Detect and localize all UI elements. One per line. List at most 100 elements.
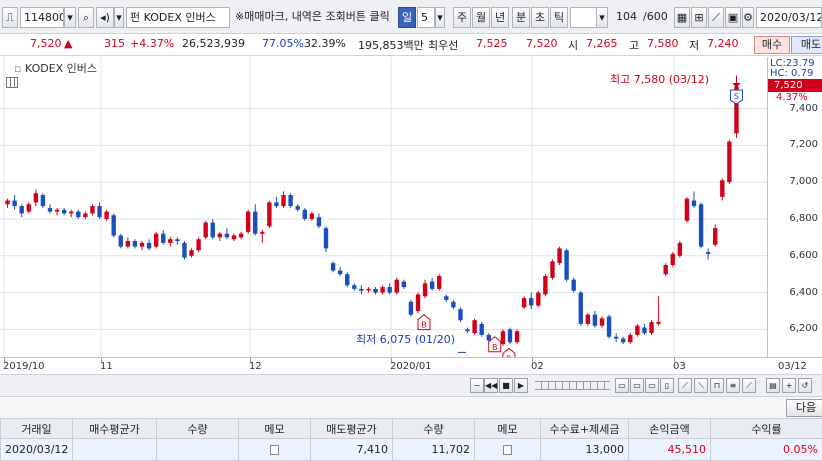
candle-body (125, 241, 131, 247)
settings-icon[interactable]: ⚙ (742, 7, 754, 28)
line-tool-icon[interactable]: ⟍ (694, 378, 708, 393)
candle-body (316, 217, 322, 227)
candle-body (111, 215, 116, 236)
candlestick-chart[interactable]: SBBB ▫ KODEX 인버스 최고 7,580 (03/12) 최저 6,0… (0, 57, 822, 357)
col-buy-memo[interactable]: 메모 (238, 418, 311, 439)
compare-icon[interactable]: ⊞ (691, 7, 707, 28)
next-icon[interactable]: ▶ (514, 378, 528, 393)
table-row[interactable]: 2020/03/12 7,410 11,702 13,000 45,510 0.… (0, 438, 822, 461)
col-buy-qty[interactable]: 수량 (156, 418, 239, 439)
chart-setting-icon[interactable]: ▭ (615, 378, 629, 393)
crosshair-icon[interactable]: + (782, 378, 796, 393)
prev-icon[interactable]: ◀◀ (484, 378, 498, 393)
candle-body (182, 242, 187, 258)
speaker-dropdown-icon[interactable]: ▾ (114, 7, 124, 28)
buy-button[interactable]: 매수 (754, 36, 790, 54)
period-tick-tab[interactable]: 틱 (550, 7, 568, 28)
col-trade-date[interactable]: 거래일 (0, 418, 73, 439)
x-tick-label: 11 (100, 361, 113, 372)
split-view-icon[interactable]: ▯ (660, 378, 674, 393)
period-week-tab[interactable]: 주 (453, 7, 471, 28)
price-change: 315 (104, 37, 125, 50)
y-tick-label: 6,800 (789, 212, 818, 224)
zoom-out-icon[interactable]: − (470, 378, 484, 393)
cell-sell-memo[interactable] (474, 438, 541, 461)
cell-buy-memo[interactable] (238, 438, 311, 461)
search-icon[interactable]: ⌕ (78, 7, 94, 28)
sell-button[interactable]: 매도 (791, 36, 822, 54)
chart-type-icon[interactable]: ⎍ (2, 7, 18, 28)
cell-return[interactable]: 0.05% (710, 438, 822, 461)
cell-trade-date[interactable]: 2020/03/12 (0, 438, 73, 461)
history-toolbar: 다음 (0, 396, 822, 418)
col-fee-tax[interactable]: 수수료+제세금 (540, 418, 629, 439)
candle-body (720, 180, 725, 197)
save-icon[interactable]: ▣ (725, 7, 741, 28)
candle-body (705, 252, 711, 254)
reset-icon[interactable]: ↺ (798, 378, 812, 393)
candle-body (387, 287, 392, 293)
draw-tool-icon[interactable]: ⟋ (678, 378, 692, 393)
candle-body (47, 207, 53, 212)
col-buy-avg[interactable]: 매수평균가 (72, 418, 157, 439)
indicator-panel-icon[interactable]: ▭ (630, 378, 644, 393)
cell-pnl[interactable]: 45,510 (628, 438, 711, 461)
indicator-icon[interactable]: ▦ (674, 7, 690, 28)
up-arrow-icon: ▲ (64, 37, 73, 50)
next-page-button[interactable]: 다음 (786, 399, 822, 417)
period-month-tab[interactable]: 월 (472, 7, 490, 28)
col-sell-memo[interactable]: 메모 (474, 418, 541, 439)
period-n-dropdown-icon[interactable]: ▾ (435, 7, 445, 28)
memo-icon[interactable] (503, 445, 512, 455)
candle-body (677, 242, 683, 256)
x-tick-mark (101, 358, 102, 362)
candle-body (309, 213, 315, 219)
bar-count-input[interactable]: 104 (610, 7, 640, 28)
col-pnl[interactable]: 손익금액 (628, 418, 711, 439)
table-view-icon[interactable] (6, 77, 18, 88)
date-input[interactable]: 2020/03/12 (756, 7, 822, 28)
cell-sell-avg[interactable]: 7,410 (310, 438, 393, 461)
chart-scrollbar[interactable] (535, 381, 610, 390)
price-change-pct: +4.37% (130, 37, 175, 50)
candle-body (69, 211, 74, 214)
period-second-tab[interactable]: 초 (531, 7, 549, 28)
date-axis[interactable]: 2019/10 11 12 2020/01 02 03 03/12 (0, 357, 822, 374)
cell-fee-tax[interactable]: 13,000 (540, 438, 629, 461)
period-day-tab[interactable]: 일 (398, 7, 416, 28)
x-tick-label: 12 (249, 361, 262, 372)
period-n-select[interactable]: 5 (417, 7, 435, 28)
buy-marker-label: B (492, 343, 498, 352)
period-year-tab[interactable]: 년 (491, 7, 509, 28)
col-return[interactable]: 수익률 (710, 418, 822, 439)
chart-plot[interactable]: SBBB (0, 57, 767, 357)
col-sell-qty[interactable]: 수량 (392, 418, 475, 439)
code-dropdown-icon[interactable]: ▾ (64, 7, 76, 28)
period-minute-tab[interactable]: 분 (512, 7, 530, 28)
turnover-pct: 32.39% (304, 37, 346, 50)
fibonacci-icon[interactable]: ≡ (726, 378, 740, 393)
trend-tool-icon[interactable]: ⟋ (708, 7, 724, 28)
cell-buy-avg[interactable] (72, 438, 157, 461)
priority-label: 최우선 (428, 39, 459, 52)
candle-body (507, 329, 513, 343)
volume: 26,523,939 (182, 37, 245, 50)
cell-buy-qty[interactable] (156, 438, 239, 461)
speaker-icon[interactable]: ◂) (96, 7, 114, 28)
trend-icon[interactable]: ⟋ (742, 378, 756, 393)
candle-body (295, 206, 300, 210)
candle-body (54, 209, 60, 212)
candle-body (323, 228, 329, 249)
low-label: 저 (689, 39, 700, 52)
compare-panel-icon[interactable]: ▭ (645, 378, 659, 393)
magnet-icon[interactable]: ⊓ (710, 378, 724, 393)
candle-body (451, 301, 456, 308)
memo-icon[interactable] (270, 445, 279, 455)
cell-sell-qty[interactable]: 11,702 (392, 438, 475, 461)
candle-body (529, 298, 534, 306)
tick-unit-dropdown-icon[interactable]: ▾ (596, 7, 608, 28)
print-icon[interactable]: ▤ (766, 378, 780, 393)
stop-icon[interactable]: ■ (499, 378, 513, 393)
col-sell-avg[interactable]: 매도평균가 (310, 418, 393, 439)
stock-code-input[interactable]: 114800 (20, 7, 64, 28)
